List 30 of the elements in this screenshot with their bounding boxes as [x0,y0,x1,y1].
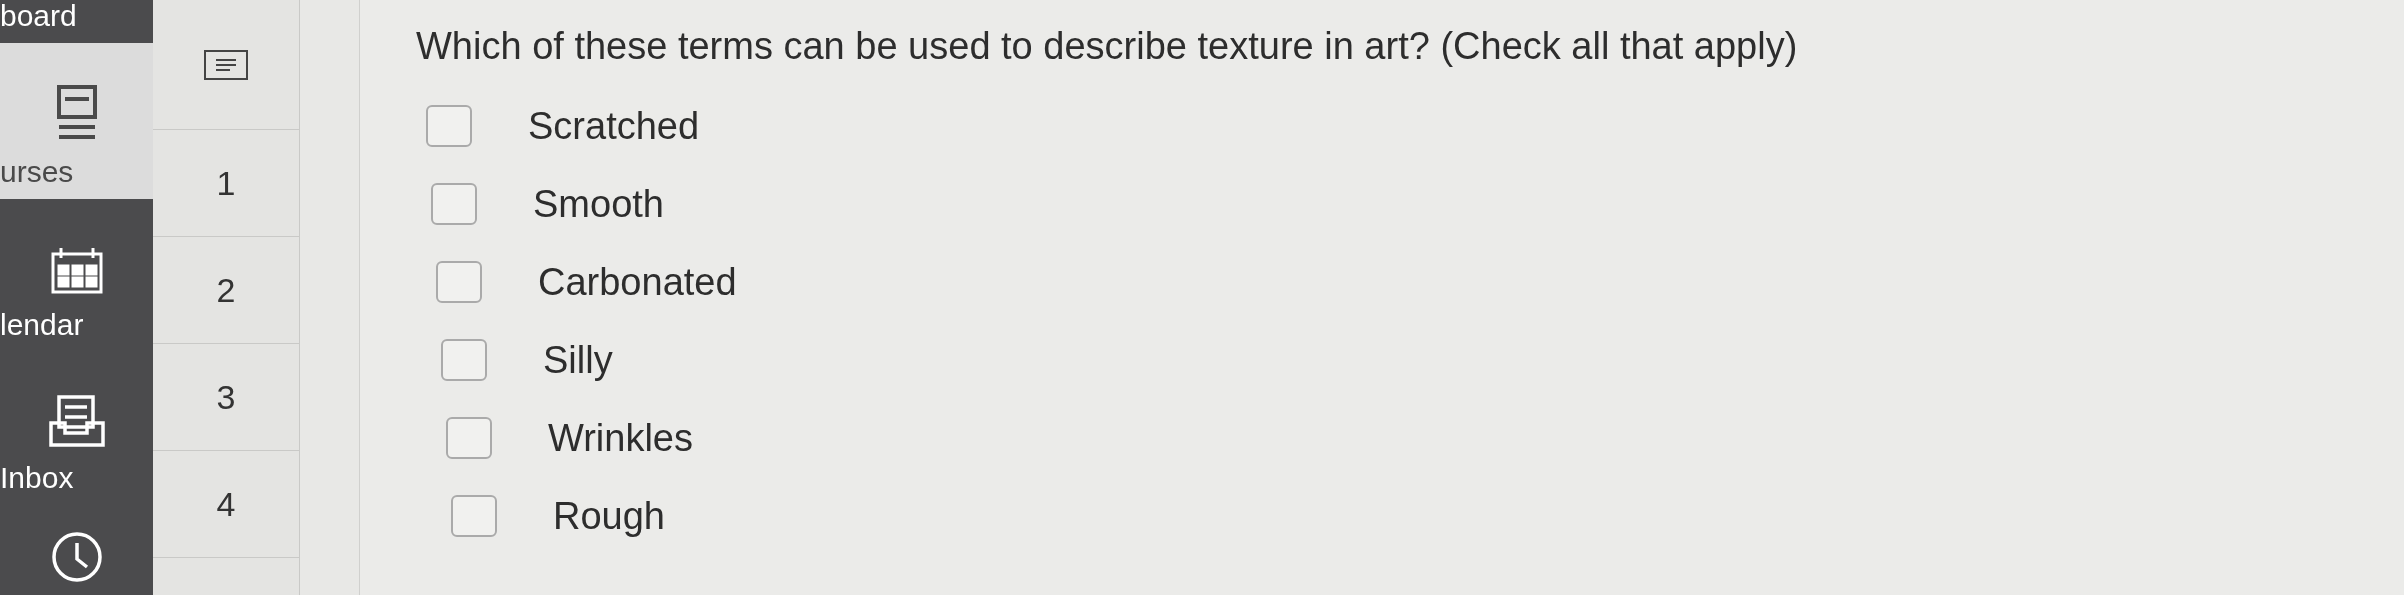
checkbox[interactable] [426,105,472,147]
question-number[interactable]: 3 [216,371,236,423]
question-number[interactable]: 4 [216,478,236,530]
nav-item[interactable]: Inbox [0,352,153,505]
nav-item[interactable]: lendar [0,199,153,352]
list-icon[interactable] [204,49,248,80]
option-label: Wrinkles [548,415,693,461]
question-number[interactable]: 2 [216,264,236,316]
nav-label: urses [0,157,74,187]
checkbox[interactable] [436,261,482,303]
option-label: Rough [553,493,665,539]
book-icon [56,85,97,141]
question-text: Which of these terms can be used to describe texture in art? (Check all that apply) [416,24,1799,69]
option-label: Smooth [533,181,664,227]
nav-label: lendar [0,310,84,340]
nav-label: Inbox [0,463,74,493]
checkbox[interactable] [431,183,477,225]
clock-icon [50,531,103,583]
nav-item[interactable]: urses [0,43,153,199]
checkbox[interactable] [446,417,492,459]
calendar-icon [50,246,103,294]
nav-label: board [0,1,77,31]
nav-item[interactable]: board [0,0,153,43]
option-label: Silly [543,337,613,383]
option-label: Scratched [528,103,700,149]
checkbox[interactable] [441,339,487,381]
checkbox[interactable] [451,495,497,537]
option-label: Carbonated [538,259,737,305]
question-number[interactable]: 1 [216,157,236,209]
inbox-icon [46,395,107,447]
